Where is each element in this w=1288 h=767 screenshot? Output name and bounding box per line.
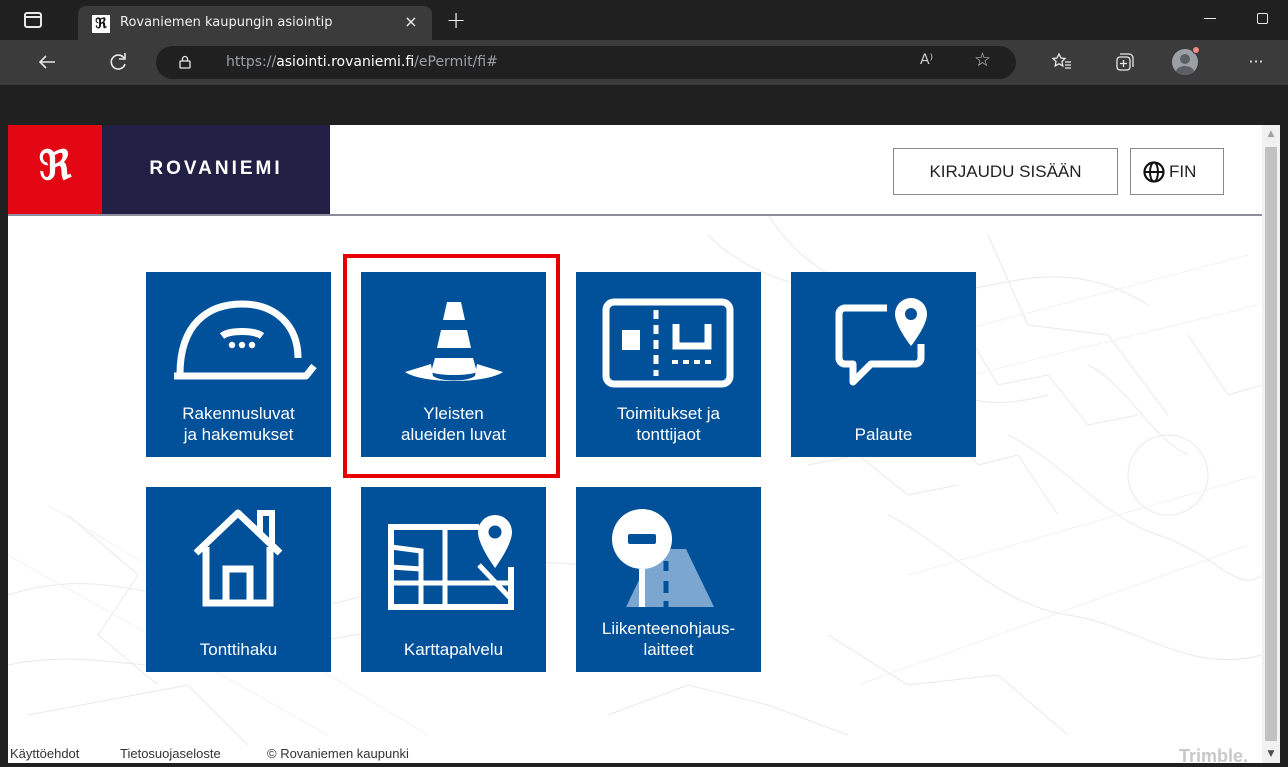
helmet-icon [174, 300, 317, 380]
tile-label: Karttapalvelu [403, 640, 504, 659]
logo-text: ROVANIEMI [149, 158, 283, 179]
feedback-pin-icon [835, 298, 927, 386]
site-header: ℜ ROVANIEMI KIRJAUDU SISÄÄN FIN [8, 125, 1262, 216]
language-button[interactable]: FIN [1130, 148, 1224, 195]
plot-division-icon [602, 298, 734, 388]
tab-close-icon[interactable]: × [402, 13, 420, 31]
browser-toolbar: https://asiointi.rovaniemi.fi/ePermit/fi… [0, 40, 1288, 85]
map-pin-icon [388, 515, 514, 610]
language-label: FIN [1169, 162, 1197, 181]
scroll-down-icon[interactable]: ▼ [1262, 745, 1280, 763]
globe-icon [1143, 161, 1165, 183]
tile-label: Tonttihaku [199, 640, 278, 659]
more-icon[interactable]: ··· [1244, 50, 1268, 74]
url-text: https://asiointi.rovaniemi.fi/ePermit/fi… [226, 54, 498, 70]
url-path: /ePermit/fi# [414, 54, 498, 70]
frame-top [8, 85, 1280, 125]
url-scheme: https:// [226, 54, 277, 70]
tile-deliveries-plot-divisions[interactable]: Toimitukset ja tonttijaot [576, 272, 761, 457]
tile-label: Liikenteenohjaus- laitteet [601, 619, 736, 659]
maximize-icon[interactable] [1257, 13, 1268, 24]
tile-building-permits[interactable]: Rakennusluvat ja hakemukset [146, 272, 331, 457]
no-entry-sign-icon [612, 509, 714, 609]
minimize-icon[interactable] [1204, 18, 1216, 19]
frame-bottom [0, 763, 1288, 767]
frame-right [1280, 85, 1288, 767]
back-icon[interactable] [35, 50, 59, 74]
scroll-thumb[interactable] [1265, 147, 1277, 741]
browser-tab[interactable]: ℜ Rovaniemen kaupungin asiointip × [78, 6, 432, 40]
tile-map-service[interactable]: Karttapalvelu [361, 487, 546, 672]
terms-link[interactable]: Käyttöehdot [10, 746, 79, 761]
logo-emblem[interactable]: ℜ [8, 125, 102, 214]
frame-left [0, 85, 8, 767]
logo-wordmark[interactable]: ROVANIEMI [102, 125, 330, 214]
url-host: asiointi.rovaniemi.fi [276, 54, 415, 70]
tile-plot-search[interactable]: Tonttihaku [146, 487, 331, 672]
tab-actions-icon[interactable] [24, 12, 42, 28]
tile-traffic-control-devices[interactable]: Liikenteenohjaus- laitteet [576, 487, 761, 672]
tile-feedback[interactable]: Palaute [791, 272, 976, 457]
notification-dot [1192, 46, 1200, 54]
add-favorite-icon[interactable]: ☆ [974, 49, 991, 71]
tile-label: Toimitukset ja tonttijaot [617, 404, 720, 444]
login-button[interactable]: KIRJAUDU SISÄÄN [893, 148, 1118, 195]
highlight-box [343, 254, 560, 478]
tile-label: Rakennusluvat ja hakemukset [182, 404, 295, 444]
new-tab-icon[interactable]: + [444, 8, 468, 33]
house-icon [193, 509, 283, 607]
copyright-text: © Rovaniemen kaupunki [267, 746, 409, 761]
trimble-logo: Trimble. [1178, 746, 1248, 763]
page-viewport: ℜ ROVANIEMI KIRJAUDU SISÄÄN FIN Rakennus… [8, 125, 1262, 763]
favorites-icon[interactable] [1050, 50, 1074, 74]
tab-title: Rovaniemen kaupungin asiointip [120, 15, 333, 30]
privacy-link[interactable]: Tietosuojaseloste [120, 746, 221, 761]
city-emblem-icon: ℜ [38, 142, 72, 189]
address-bar[interactable]: https://asiointi.rovaniemi.fi/ePermit/fi… [156, 46, 1016, 79]
lock-icon[interactable] [178, 55, 192, 69]
scrollbar[interactable]: ▲ ▼ [1262, 125, 1280, 763]
scroll-up-icon[interactable]: ▲ [1262, 125, 1280, 143]
site-footer: Käyttöehdot Tietosuojaseloste © Rovaniem… [8, 745, 1262, 763]
refresh-icon[interactable] [106, 50, 130, 74]
collections-icon[interactable] [1112, 50, 1136, 74]
browser-titlebar: ℜ Rovaniemen kaupungin asiointip × + [0, 0, 1288, 40]
read-aloud-icon[interactable]: A⁾ [920, 52, 933, 68]
favicon-icon: ℜ [92, 15, 110, 33]
tile-label: Palaute [854, 425, 913, 444]
